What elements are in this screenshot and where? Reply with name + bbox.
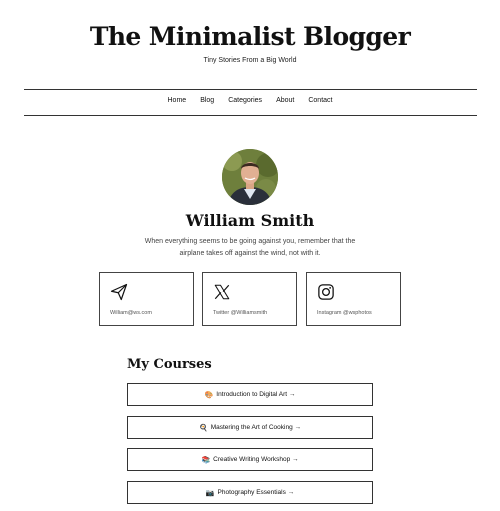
course-button-cooking[interactable]: 🍳 Mastering the Art of Cooking → (127, 416, 373, 439)
books-icon: 📚 (201, 456, 211, 464)
contact-card-instagram[interactable]: Instagram @wsphotos (306, 272, 401, 326)
contact-email-label: William@ws.com (110, 310, 152, 316)
paper-plane-icon (110, 283, 128, 301)
nav-bottom-divider (24, 115, 477, 116)
course-button-creative-writing[interactable]: 📚 Creative Writing Workshop → (127, 448, 373, 471)
instagram-icon (318, 284, 334, 300)
nav-item-categories[interactable]: Categories (228, 97, 262, 104)
course-button-digital-art[interactable]: 🎨 Introduction to Digital Art → (127, 383, 373, 406)
nav-item-about[interactable]: About (276, 97, 294, 104)
author-name: William Smith (185, 211, 315, 230)
site-tagline: Tiny Stories From a Big World (203, 57, 297, 64)
course-label: Mastering the Art of Cooking → (210, 424, 302, 431)
frying-pan-icon: 🍳 (198, 424, 208, 432)
course-label: Photography Essentials → (217, 489, 295, 496)
course-button-photography[interactable]: 📷 Photography Essentials → (127, 481, 373, 504)
palette-icon: 🎨 (204, 391, 214, 399)
x-twitter-icon (214, 284, 230, 300)
avatar-photo (222, 149, 278, 205)
course-label: Creative Writing Workshop → (213, 456, 299, 463)
contact-card-email[interactable]: William@ws.com (99, 272, 194, 326)
contact-instagram-label: Instagram @wsphotos (317, 310, 372, 316)
author-bio: When everything seems to be going agains… (140, 236, 360, 260)
contact-card-twitter[interactable]: Twitter @Williamsmith (202, 272, 297, 326)
course-label: Introduction to Digital Art → (216, 391, 296, 398)
author-bio-line-1: When everything seems to be going agains… (144, 238, 356, 245)
camera-icon: 📷 (205, 489, 215, 497)
main-nav: Home Blog Categories About Contact (0, 97, 500, 104)
contact-twitter-label: Twitter @Williamsmith (213, 310, 268, 316)
courses-heading: My Courses (127, 357, 212, 372)
nav-item-home[interactable]: Home (168, 97, 187, 104)
nav-top-divider (24, 89, 477, 90)
site-title[interactable]: The Minimalist Blogger (0, 22, 500, 51)
nav-item-blog[interactable]: Blog (200, 97, 214, 104)
avatar (222, 149, 278, 205)
author-bio-line-2: airplane takes off against the wind, not… (179, 250, 321, 257)
nav-item-contact[interactable]: Contact (308, 97, 332, 104)
